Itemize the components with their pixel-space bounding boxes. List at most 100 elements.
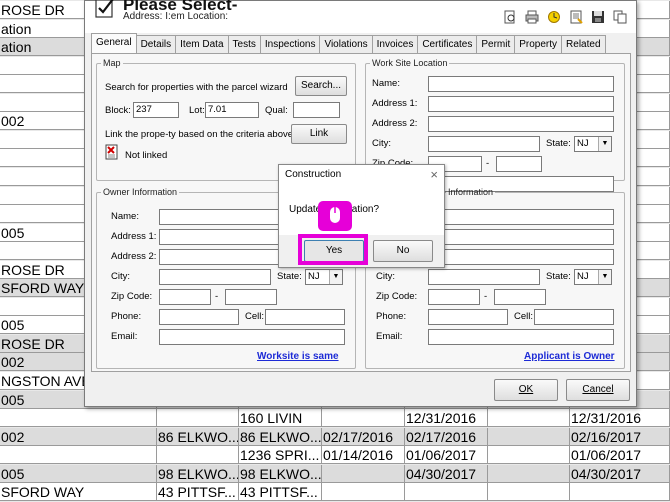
ws-address2-label: Address 2:: [372, 118, 418, 129]
owner-state-select[interactable]: NJ ▼: [305, 269, 343, 285]
work-site-section: Work Site Location Name: Address 1: Addr…: [365, 58, 625, 192]
applicant-address1-field[interactable]: [428, 229, 614, 245]
chevron-down-icon: ▼: [598, 137, 611, 151]
search-hint: Search for properties with the parcel wi…: [105, 82, 288, 93]
applicant-name-field[interactable]: [428, 209, 614, 225]
background-cell: 01/06/2017: [405, 446, 488, 465]
applicant-zip-label: Zip Code:: [376, 291, 418, 302]
owner-state-label: State:: [277, 271, 302, 282]
applicant-state-value: NJ: [577, 271, 589, 282]
background-cell: 43 PITTSF...: [157, 483, 239, 502]
ws-state-label: State:: [546, 138, 571, 149]
ws-zip-dash: -: [486, 158, 490, 169]
toolbar: [502, 9, 628, 27]
background-cell: 01/06/2017: [570, 446, 670, 465]
background-row: 002 86 ELKWO... 86 ELKWO... 02/17/2016 02/17…: [0, 427, 670, 446]
no-button[interactable]: No: [373, 240, 433, 262]
applicant-zip-ext-field[interactable]: [494, 289, 546, 305]
copy-icon[interactable]: [612, 9, 628, 25]
ok-button[interactable]: OK: [494, 379, 558, 401]
applicant-cell-field[interactable]: [534, 309, 614, 325]
owner-email-label: Email:: [111, 331, 138, 342]
search-button[interactable]: Search...: [295, 76, 347, 96]
qual-field[interactable]: [293, 102, 340, 118]
applicant-email-field[interactable]: [428, 329, 614, 345]
background-cell: 43 PITTSF...: [239, 483, 322, 502]
link-button[interactable]: Link: [291, 124, 347, 144]
ws-state-value: NJ: [577, 138, 589, 149]
tab-item-data[interactable]: Item Data: [175, 35, 229, 53]
ws-address1-field[interactable]: [428, 96, 614, 112]
owner-zip-ext-field[interactable]: [225, 289, 277, 305]
applicant-zip-dash: -: [484, 291, 488, 302]
tab-certificates[interactable]: Certificates: [417, 35, 478, 53]
ws-city-field[interactable]: [428, 136, 540, 152]
owner-address1-label: Address 1:: [111, 231, 157, 242]
applicant-city-field[interactable]: [428, 269, 540, 285]
background-cell: SFORD WAY: [0, 483, 157, 502]
background-cell: 02/17/2016: [405, 427, 488, 446]
background-cell: 12/31/2016: [405, 409, 488, 428]
applicant-state-select[interactable]: NJ ▼: [574, 269, 612, 285]
qual-label: Qual:: [265, 105, 288, 116]
tab-property[interactable]: Property: [514, 35, 563, 53]
background-cell: [488, 446, 570, 465]
tab-permit[interactable]: Permit: [476, 35, 516, 53]
tab-inspections[interactable]: Inspections: [259, 35, 321, 53]
owner-state-value: NJ: [308, 271, 320, 282]
owner-email-field[interactable]: [159, 329, 345, 345]
ok-label: OK: [518, 384, 534, 395]
tab-violations[interactable]: Violations: [319, 35, 373, 53]
background-cell: [322, 409, 405, 428]
background-row: 160 LIVIN 12/31/2016 12/31/2016: [0, 409, 670, 428]
map-legend: Map: [103, 58, 121, 68]
applicant-zip-field[interactable]: [428, 289, 480, 305]
owner-zip-field[interactable]: [159, 289, 211, 305]
background-cell: 005: [0, 464, 157, 483]
lot-field[interactable]: 7.01: [205, 102, 259, 118]
save-icon[interactable]: [590, 9, 606, 25]
ws-name-field[interactable]: [428, 76, 614, 92]
applicant-address2-field[interactable]: [428, 249, 614, 265]
ws-address2-field[interactable]: [428, 116, 614, 132]
background-cell: [157, 409, 239, 428]
background-cell: 1236 SPRI...: [239, 446, 322, 465]
cancel-button[interactable]: Cancel: [566, 379, 630, 401]
owner-cell-field[interactable]: [265, 309, 345, 325]
ws-zip-ext-field[interactable]: [496, 156, 542, 172]
background-row: 005 98 ELKWO... 98 ELKWO... 04/30/2017 04/30…: [0, 464, 670, 483]
owner-city-field[interactable]: [159, 269, 271, 285]
background-cell: [488, 464, 570, 483]
not-linked-icon: [105, 144, 118, 160]
address-line: Address: I:em Location:: [123, 11, 229, 22]
note-icon[interactable]: [568, 9, 584, 25]
tab-details[interactable]: Details: [135, 35, 177, 53]
background-cell: 02/17/2016: [322, 427, 405, 446]
applicant-is-owner-link[interactable]: Applicant is Owner: [524, 351, 615, 362]
print-icon[interactable]: [524, 9, 540, 25]
background-cell: 02/16/2017: [570, 427, 670, 446]
owner-phone-field[interactable]: [159, 309, 239, 325]
background-cell: 12/31/2016: [570, 409, 670, 428]
applicant-phone-field[interactable]: [428, 309, 508, 325]
background-cell: 01/14/2016: [322, 446, 405, 465]
background-cell: 04/30/2017: [570, 464, 670, 483]
tab-tests[interactable]: Tests: [227, 35, 261, 53]
owner-zip-label: Zip Code:: [111, 291, 153, 302]
ws-state-select[interactable]: NJ ▼: [574, 136, 612, 152]
tab-invoices[interactable]: Invoices: [371, 35, 419, 53]
close-icon[interactable]: ×: [430, 167, 438, 182]
tab-related[interactable]: Related: [561, 35, 606, 53]
block-field[interactable]: 237: [133, 102, 179, 118]
refresh-icon[interactable]: [546, 9, 562, 25]
lot-label: Lot:: [189, 105, 205, 116]
worksite-is-same-link[interactable]: Worksite is same: [257, 351, 339, 362]
print-preview-icon[interactable]: [502, 9, 518, 25]
chevron-down-icon: ▼: [598, 270, 611, 284]
owner-cell-label: Cell:: [245, 311, 265, 322]
tab-general[interactable]: General: [91, 33, 137, 53]
background-cell: 86 ELKWO...: [158, 427, 239, 446]
window-titlebar: Please Select- Address: I:em Location:: [85, 0, 636, 33]
background-cell: [488, 409, 570, 428]
link-hint: Link the prope-ty based on the criteria …: [105, 129, 294, 140]
